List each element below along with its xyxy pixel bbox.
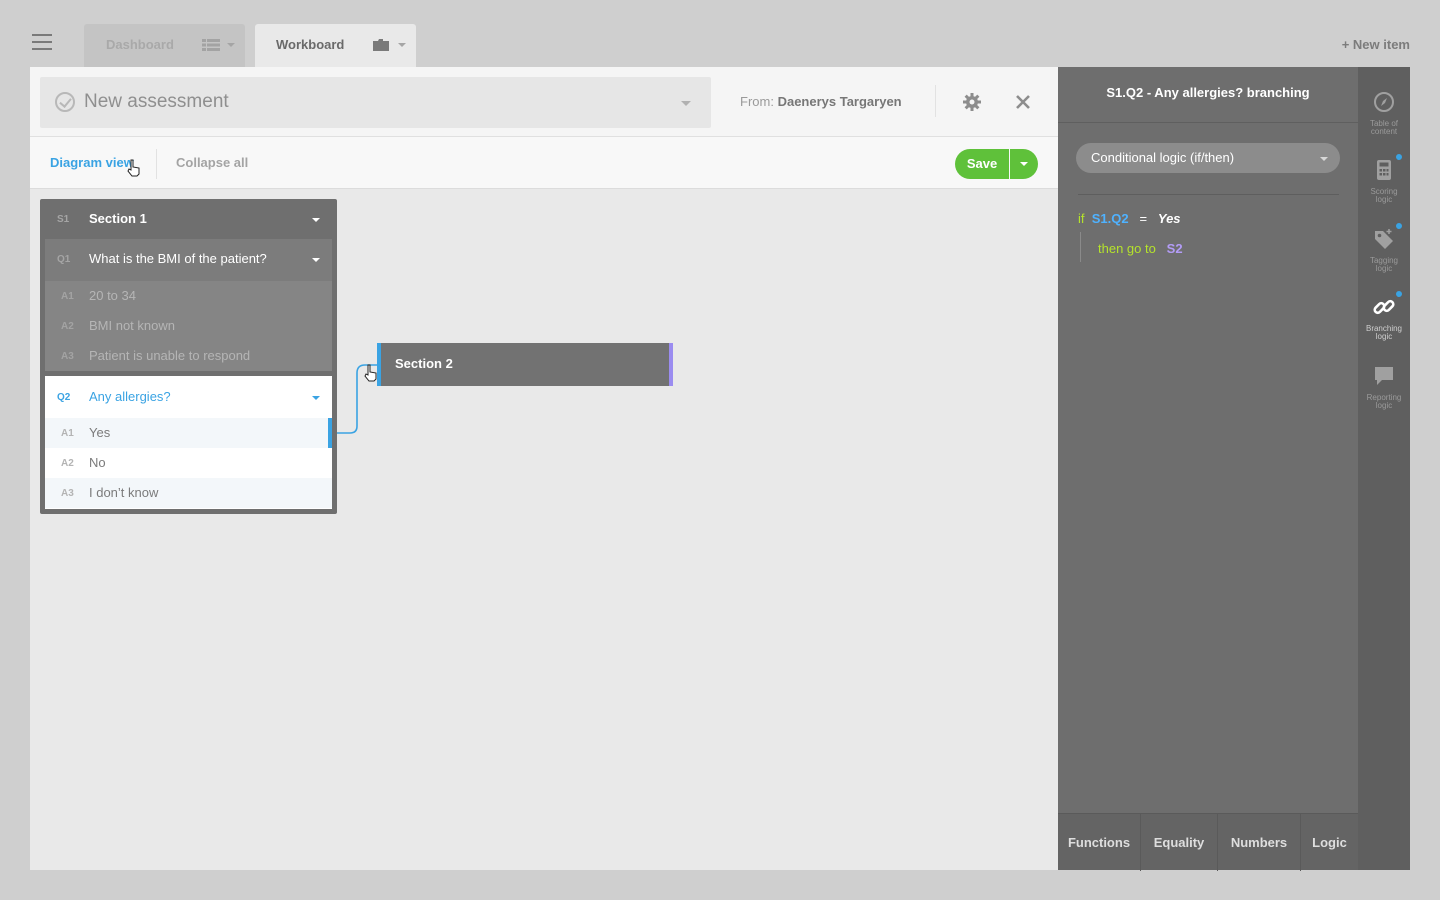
question-q1[interactable]: Q1 What is the BMI of the patient? A1 20… [45, 239, 332, 371]
tab-workboard-label: Workboard [276, 37, 345, 52]
save-options-button[interactable] [1010, 149, 1038, 179]
answer-code: A2 [61, 321, 74, 332]
notification-dot [1396, 223, 1402, 229]
logic-type-select[interactable]: Conditional logic (if/then) [1076, 143, 1340, 173]
panel-title: S1.Q2 - Any allergies? branching [1058, 67, 1358, 123]
grid-view-icon [202, 39, 220, 51]
answer-code: A3 [61, 488, 74, 499]
section-header[interactable]: S1 Section 1 [40, 199, 337, 239]
folder-icon [373, 39, 389, 51]
rail-label: Branching logic [1365, 324, 1403, 341]
keyword-if: if [1078, 211, 1085, 226]
menu-icon[interactable] [32, 34, 52, 50]
chevron-down-icon[interactable] [312, 258, 320, 262]
comment-icon [1375, 367, 1393, 385]
question-title: Any allergies? [89, 389, 171, 404]
tab-equality[interactable]: Equality [1141, 814, 1218, 871]
answer-text: BMI not known [89, 318, 175, 333]
save-button[interactable]: Save [955, 149, 1009, 179]
rail-label: Tagging logic [1369, 256, 1399, 273]
divider [935, 85, 936, 117]
chevron-down-icon[interactable] [227, 43, 235, 47]
section-2-card[interactable]: Section 2 [377, 343, 673, 386]
chevron-down-icon[interactable] [312, 218, 320, 222]
from-info: From: Daenerys Targaryen [740, 94, 902, 109]
rail-tagging-logic[interactable]: Tagging logic [1358, 223, 1410, 295]
indent-guide [1080, 232, 1081, 262]
answer-text: Yes [89, 425, 111, 440]
logic-reference[interactable]: S1.Q2 [1092, 211, 1129, 226]
question-code: Q1 [57, 254, 71, 265]
rail-branching-logic[interactable]: Branching logic [1358, 291, 1410, 363]
answer-code: A3 [61, 351, 74, 362]
answer-text: No [89, 455, 106, 470]
logic-type-value: Conditional logic (if/then) [1091, 150, 1235, 165]
section-code: S1 [57, 214, 70, 225]
section-title: Section 2 [395, 356, 453, 371]
tag-icon [1375, 229, 1393, 249]
answer-code: A2 [61, 458, 74, 469]
logic-operator[interactable]: = [1139, 211, 1147, 226]
answer-code: A1 [61, 291, 74, 302]
workboard-panel: New assessment From: Daenerys Targaryen … [30, 67, 1058, 870]
section-title: Section 1 [89, 211, 147, 226]
logic-icon-rail: Table of content Scoring logic Tagging logi… [1358, 67, 1410, 870]
answer-row[interactable]: A3 I don’t know [45, 478, 332, 508]
rail-label: Scoring logic [1370, 187, 1398, 204]
chevron-down-icon[interactable] [398, 43, 406, 47]
tab-functions[interactable]: Functions [1058, 814, 1141, 871]
answer-code: A1 [61, 428, 74, 439]
from-name: Daenerys Targaryen [777, 94, 902, 109]
rail-reporting-logic[interactable]: Reporting logic [1358, 364, 1410, 432]
logic-panel: S1.Q2 - Any allergies? branching Conditi… [1058, 67, 1358, 871]
answer-row[interactable]: A1 Yes [45, 418, 332, 448]
answer-text: Patient is unable to respond [89, 348, 251, 363]
rail-label: Table of content [1369, 119, 1399, 136]
chevron-down-icon[interactable] [681, 101, 691, 106]
calculator-icon [1377, 160, 1391, 180]
chevron-down-icon[interactable] [312, 396, 320, 400]
divider [1078, 194, 1339, 195]
question-code: Q2 [57, 392, 71, 403]
answer-row[interactable]: A1 20 to 34 [45, 281, 332, 311]
logic-if-line[interactable]: if S1.Q2 = Yes [1078, 211, 1181, 226]
from-label: From: [740, 94, 774, 109]
question-header[interactable]: Q1 What is the BMI of the patient? [45, 239, 332, 279]
keyword-then: then go to [1098, 241, 1156, 256]
rail-scoring-logic[interactable]: Scoring logic [1358, 154, 1410, 226]
branch-handle[interactable] [328, 418, 332, 448]
answer-row[interactable]: A3 Patient is unable to respond [45, 341, 332, 371]
new-item-button[interactable]: + New item [1342, 37, 1410, 52]
answer-row[interactable]: A2 No [45, 448, 332, 478]
logic-then-line[interactable]: then go to S2 [1098, 241, 1183, 256]
gear-icon[interactable] [962, 92, 982, 112]
tab-dashboard[interactable]: Dashboard [84, 24, 245, 68]
tab-logic[interactable]: Logic [1301, 814, 1358, 871]
logic-target[interactable]: S2 [1167, 241, 1183, 256]
answer-text: I don’t know [89, 485, 159, 500]
tab-workboard[interactable]: Workboard [255, 24, 416, 68]
notification-dot [1396, 154, 1402, 160]
hand-cursor-icon [364, 364, 377, 382]
notification-dot [1396, 291, 1402, 297]
question-header[interactable]: Q2 Any allergies? [45, 376, 332, 418]
tab-numbers[interactable]: Numbers [1218, 814, 1301, 871]
answer-row[interactable]: A2 BMI not known [45, 311, 332, 341]
question-title: What is the BMI of the patient? [89, 251, 267, 266]
link-icon [1373, 299, 1395, 315]
answer-text: 20 to 34 [89, 288, 136, 303]
section-1-card[interactable]: S1 Section 1 Q1 What is the BMI of the p… [40, 199, 337, 514]
logic-function-tabs: Functions Equality Numbers Logic [1058, 813, 1358, 871]
question-q2[interactable]: Q2 Any allergies? A1 Yes A2 No A3 I don’… [45, 376, 332, 509]
close-icon[interactable] [1013, 92, 1033, 112]
compass-icon [1374, 92, 1394, 112]
logic-value[interactable]: Yes [1158, 211, 1181, 226]
tab-dashboard-label: Dashboard [106, 37, 174, 52]
rail-table-of-content[interactable]: Table of content [1358, 90, 1410, 158]
rail-label: Reporting logic [1366, 393, 1402, 410]
